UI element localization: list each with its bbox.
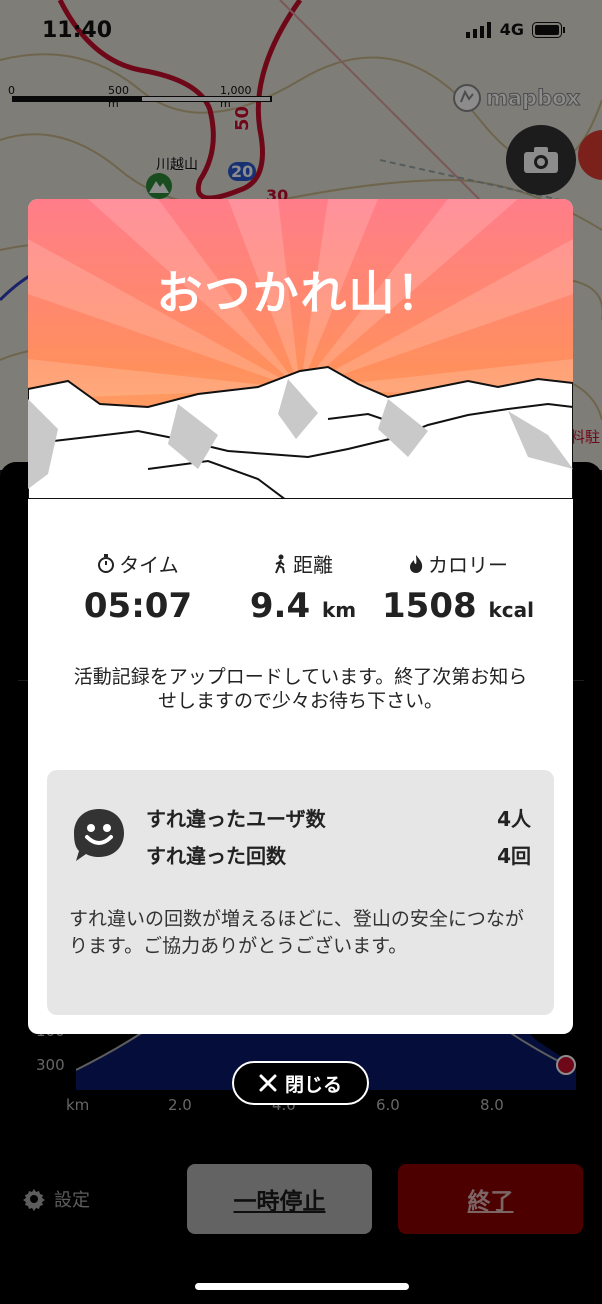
home-indicator[interactable] [195,1283,409,1290]
encounter-count-label: すれ違った回数 [146,844,286,868]
stat-time-value: 05:07 [83,586,193,626]
encounter-users-value: 4人 [497,807,531,831]
close-label: 閉じる [284,1073,342,1096]
stat-calories-unit: kcal [488,598,534,622]
stat-distance-unit: km [321,598,357,622]
stat-time-label: タイム [119,553,179,577]
flame-icon [410,554,423,573]
smiley-chat-icon [74,809,124,861]
completion-dialog: おつかれ山！ タイム 05:07 距離 9.4 km カロリー 1508 kca… [28,199,573,1034]
hiker-icon [275,554,285,573]
activity-stats: タイム 05:07 距離 9.4 km カロリー 1508 kcal [28,549,573,639]
stopwatch-icon [98,553,115,573]
stat-distance: 距離 9.4 km [233,549,373,626]
encounter-summary: すれ違ったユーザ数 4人 すれ違った回数 4回 すれ違いの回数が増えるほどに、登… [47,770,554,1015]
stat-calories: カロリー 1508 kcal [378,549,538,626]
encounter-note: すれ違いの回数が増えるほどに、登山の安全につながります。ご協力ありがとうございま… [69,908,524,957]
close-icon [259,1074,277,1092]
encounter-count-value: 4回 [497,844,531,868]
encounter-users-label: すれ違ったユーザ数 [146,807,326,831]
stat-calories-value: 1508 [382,586,477,626]
stat-distance-value: 9.4 [249,586,311,626]
mountain-illustration [28,199,573,499]
stat-time: タイム 05:07 [73,549,203,626]
dialog-title: おつかれ山！ [156,266,445,320]
encounter-count-row: すれ違った回数 4回 [146,840,531,869]
stat-distance-label: 距離 [293,553,333,577]
encounter-users-row: すれ違ったユーザ数 4人 [146,803,531,832]
stat-calories-label: カロリー [428,553,508,577]
close-button[interactable]: 閉じる [232,1061,369,1105]
upload-status-message: 活動記録をアップロードしています。終了次第お知らせしますので少々お待ち下さい。 [73,666,528,712]
